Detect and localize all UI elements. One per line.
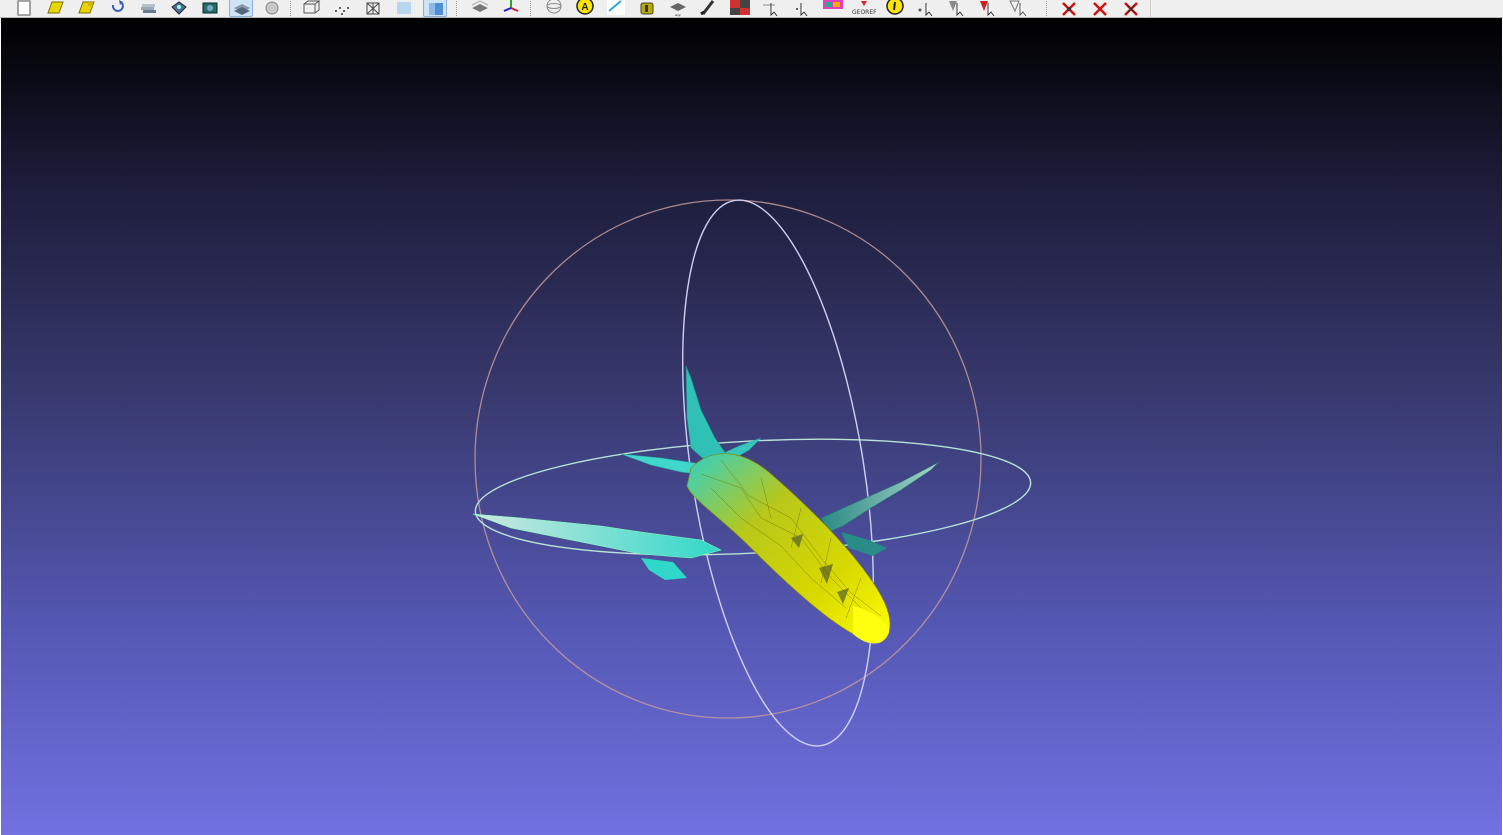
delete-faces-icon[interactable]: [1088, 0, 1112, 17]
info-icon[interactable]: [883, 0, 907, 17]
alignment-icon[interactable]: align: [666, 0, 690, 17]
color-bucket-icon[interactable]: [635, 0, 659, 17]
paint-brush-icon[interactable]: [697, 0, 721, 17]
3d-viewport[interactable]: [1, 18, 1502, 835]
svg-text:A: A: [581, 2, 588, 13]
save-mesh-icon[interactable]: [74, 0, 98, 17]
smooth-shading-icon[interactable]: [423, 0, 447, 17]
layers-icon[interactable]: [136, 0, 160, 17]
bounding-box-icon[interactable]: [299, 0, 323, 17]
toolbar-separator: [530, 0, 531, 16]
select-faces-icon[interactable]: [945, 0, 969, 17]
main-toolbar: A align GEOREF: [0, 0, 1503, 18]
svg-text:align: align: [675, 13, 682, 17]
sphere-light-icon[interactable]: [260, 0, 284, 17]
toolbar-strip: A align GEOREF: [0, 0, 1151, 17]
select-vertices-icon[interactable]: [914, 0, 938, 17]
wireframe-icon[interactable]: [361, 0, 385, 17]
right-wing: [820, 461, 940, 533]
new-project-icon[interactable]: [12, 0, 36, 17]
snapshot-icon[interactable]: [167, 0, 191, 17]
manipulator-icon[interactable]: [499, 0, 523, 17]
left-engine: [641, 558, 687, 580]
raster-icon[interactable]: [790, 0, 814, 17]
reload-icon[interactable]: [105, 0, 129, 17]
layer-stack-icon[interactable]: [229, 0, 253, 17]
select-area-icon[interactable]: [1007, 0, 1031, 17]
pick-points-icon[interactable]: [759, 0, 783, 17]
toolbar-separator: [290, 0, 291, 16]
toolbar-separator: [456, 0, 457, 16]
align-icon[interactable]: [468, 0, 492, 17]
georef-icon[interactable]: [821, 0, 845, 17]
points-icon[interactable]: [330, 0, 354, 17]
render-icon[interactable]: [198, 0, 222, 17]
airplane-mesh[interactable]: [472, 365, 940, 644]
open-mesh-icon[interactable]: [43, 0, 67, 17]
toolbar-separator: [1046, 0, 1047, 16]
scene-canvas[interactable]: [1, 18, 1502, 835]
delete-vertices-icon[interactable]: [1057, 0, 1081, 17]
flat-shading-icon[interactable]: [392, 0, 416, 17]
render-mode-icon[interactable]: [728, 0, 752, 17]
trackball-icon[interactable]: [542, 0, 566, 17]
select-connected-icon[interactable]: [976, 0, 1000, 17]
delete-all-icon[interactable]: [1119, 0, 1143, 17]
tail-fin: [685, 365, 730, 465]
annotation-icon[interactable]: A: [573, 0, 597, 17]
georef-label-icon[interactable]: GEOREF: [852, 0, 877, 17]
georef-label: GEOREF: [852, 9, 877, 16]
measure-icon[interactable]: [604, 0, 628, 17]
